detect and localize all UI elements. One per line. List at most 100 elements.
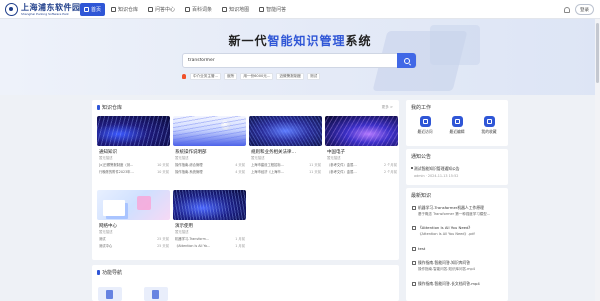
nav-qa-center[interactable]: 问答中心 xyxy=(144,3,179,16)
repo-card[interactable]: 规则和业务相关法律… 暂无描述 上海市建设工程招标… 11 天前 上海市经济《上海… xyxy=(249,116,322,180)
recent-visits-button[interactable]: 最近访问 xyxy=(411,116,439,135)
list-item[interactable]: （参考文件）金属… 2 个月前 xyxy=(327,162,397,167)
page-scrollbar[interactable] xyxy=(595,19,600,301)
repo-card-desc: 暂无描述 xyxy=(175,230,189,234)
document-icon xyxy=(412,205,416,210)
list-item[interactable]: [x]已察警报制度（测… 10 天前 xyxy=(99,162,169,167)
my-work-panel: 我的工作 最近访问 最近编辑 我的收藏 xyxy=(406,100,508,146)
logo-subtext: Shanghai Pudong Software Park xyxy=(21,12,69,16)
clock-icon xyxy=(419,116,431,127)
hot-tag[interactable]: 测试 xyxy=(307,72,321,80)
list-item[interactable]: 上海市建设工程招标… 11 天前 xyxy=(251,162,321,167)
book-icon xyxy=(111,7,117,12)
repo-card[interactable]: 中国电子 暂无描述 （参考文件）金属… 2 个月前 （参考文件）金属… 2 个月前 xyxy=(325,116,398,180)
section-marker-icon xyxy=(97,105,100,110)
hot-tags: 中介业务主管… 嵌所 用一份6000元… 迈微警报制度 测试 xyxy=(182,72,323,80)
repo-card-desc: 暂无描述 xyxy=(99,156,113,160)
panel-header: 我的工作 xyxy=(411,105,432,111)
hot-tag[interactable]: 嵌所 xyxy=(224,72,238,80)
folder-icon xyxy=(483,116,495,127)
repo-card-desc: 暂无描述 xyxy=(327,156,341,160)
document-icon xyxy=(412,225,416,230)
repo-card[interactable]: 演示使用 暂无描述 机器学习-Transform… 1 月前 《Attention… xyxy=(173,190,246,254)
nav-encyclopedia[interactable]: 百科词条 xyxy=(181,3,216,16)
logo[interactable]: 上海浦东软件园 Shanghai Pudong Software Park xyxy=(5,2,85,17)
list-item[interactable]: （参考文件）金属… 2 个月前 xyxy=(327,169,397,174)
video-icon xyxy=(412,281,416,286)
hot-tag[interactable]: 中介业务主管… xyxy=(190,72,222,80)
repo-card[interactable]: 通知知识 暂无描述 [x]已察警报制度（测… 10 天前 行晚陈的附件2023年…… xyxy=(97,116,170,180)
logo-text: 上海浦东软件园 xyxy=(21,2,81,12)
repo-card-image xyxy=(97,116,170,146)
repo-card-image xyxy=(325,116,398,146)
hot-tag[interactable]: 迈微警报制度 xyxy=(276,72,305,80)
panel-header: 最新知识 xyxy=(411,193,432,199)
list-item[interactable]: 《Attention Is All Yo… 1 月前 xyxy=(175,243,245,248)
document-icon xyxy=(412,246,416,251)
bullet-icon xyxy=(411,167,413,169)
function-nav-item[interactable] xyxy=(98,287,122,301)
map-icon xyxy=(222,7,228,12)
repo-card-image xyxy=(173,116,246,146)
repo-card-image xyxy=(173,190,246,220)
list-item-desc: 操作指南-智能问答-知识库问答.mp4 xyxy=(418,267,475,271)
list-item[interactable]: test xyxy=(412,246,504,251)
video-icon xyxy=(412,260,416,265)
repo-card-desc: 暂无描述 xyxy=(175,156,189,160)
search-box xyxy=(182,53,417,68)
search-input[interactable] xyxy=(183,58,397,63)
recent-edits-button[interactable]: 最近编辑 xyxy=(443,116,471,135)
list-item-desc: 《Attention Is All You Need》.pdf xyxy=(418,232,475,236)
list-item[interactable]: 行晚陈的附件2023年… 10 天前 xyxy=(99,169,169,174)
nav-knowledge-map[interactable]: 知识地图 xyxy=(218,3,253,16)
list-item[interactable]: 上海市经济《上海市… 11 天前 xyxy=(251,169,321,174)
nav-home[interactable]: 首页 xyxy=(80,3,106,16)
panel-header: 通知公告 xyxy=(411,154,432,160)
encyclopedia-icon xyxy=(185,7,191,12)
list-item[interactable]: 操作指南-系统管理 4 天前 xyxy=(175,169,245,174)
login-button[interactable]: 登录 xyxy=(575,4,594,15)
scrollbar-thumb[interactable] xyxy=(596,23,599,83)
function-nav-panel: 功能导航 xyxy=(92,265,399,301)
panel-header: 知识仓库 xyxy=(97,104,122,111)
repo-card-desc: 暂无描述 xyxy=(99,230,113,234)
repo-card[interactable]: 系统操作说明部 暂无描述 操作指南-综合管理 4 天前 操作指南-系统管理 4 天前 xyxy=(173,116,246,180)
repo-card-image xyxy=(97,190,170,220)
search-button[interactable] xyxy=(397,53,416,68)
hero-title: 新一代智能知识管理系统 xyxy=(228,34,372,48)
list-item-desc: 基于概念 Transformer 第一种强度学习模型… xyxy=(418,212,491,216)
recent-knowledge-panel: 最新知识 机器学习-Transformer机器人工作原理 基于概念 Transf… xyxy=(406,188,508,301)
fire-icon xyxy=(182,73,186,79)
robot-icon xyxy=(259,7,265,12)
function-nav-item[interactable] xyxy=(144,287,168,301)
question-icon xyxy=(148,7,154,12)
repo-card[interactable]: 网络中心 暂无描述 测试 25 天前 测试中心 25 天前 xyxy=(97,190,170,254)
list-item[interactable]: 机器学习-Transformer机器人工作原理 xyxy=(412,205,504,211)
notice-panel: 通知公告 测试智能知识管理通知公告 admin · 2024-11-13 15:… xyxy=(406,149,508,185)
hot-tag[interactable]: 用一份6000元… xyxy=(240,72,274,80)
search-icon xyxy=(403,57,410,64)
section-marker-icon xyxy=(97,270,100,275)
knowledge-repo-panel: 知识仓库 更多 > 通知知识 暂无描述 [x]已察警报制度（测… 10 天前 行晚… xyxy=(92,100,399,260)
list-item[interactable]: 操作指南-智能问答-知识库问答 xyxy=(412,260,504,266)
nav-smart-qa[interactable]: 智能问答 xyxy=(255,3,290,16)
list-item[interactable]: 《Attention Is All You Need》 xyxy=(412,225,504,231)
repo-card-desc: 暂无描述 xyxy=(251,156,265,160)
list-item[interactable]: 操作指南-综合管理 4 天前 xyxy=(175,162,245,167)
notice-item[interactable]: 测试智能知识管理通知公告 xyxy=(414,166,506,172)
bell-icon[interactable] xyxy=(564,6,570,13)
top-bar: 上海浦东软件园 Shanghai Pudong Software Park 首页… xyxy=(0,0,600,19)
panel-header: 功能导航 xyxy=(97,269,122,276)
notice-meta: admin · 2024-11-13 15:52 xyxy=(414,174,459,178)
list-item[interactable]: 测试中心 25 天前 xyxy=(99,243,169,248)
list-item[interactable]: 测试 25 天前 xyxy=(99,236,169,241)
nav-knowledge-repo[interactable]: 知识仓库 xyxy=(107,3,142,16)
list-item[interactable]: 操作指南-智能问答-长文档问答.mp4 xyxy=(412,281,504,287)
home-icon xyxy=(84,7,89,12)
list-item[interactable]: 机器学习-Transform… 1 月前 xyxy=(175,236,245,241)
main-nav: 首页 知识仓库 问答中心 百科词条 知识地图 智能问答 xyxy=(80,3,292,16)
my-favorites-button[interactable]: 我的收藏 xyxy=(475,116,503,135)
edit-icon xyxy=(451,116,463,127)
more-link[interactable]: 更多 > xyxy=(382,105,393,110)
logo-emblem-icon xyxy=(5,3,18,16)
